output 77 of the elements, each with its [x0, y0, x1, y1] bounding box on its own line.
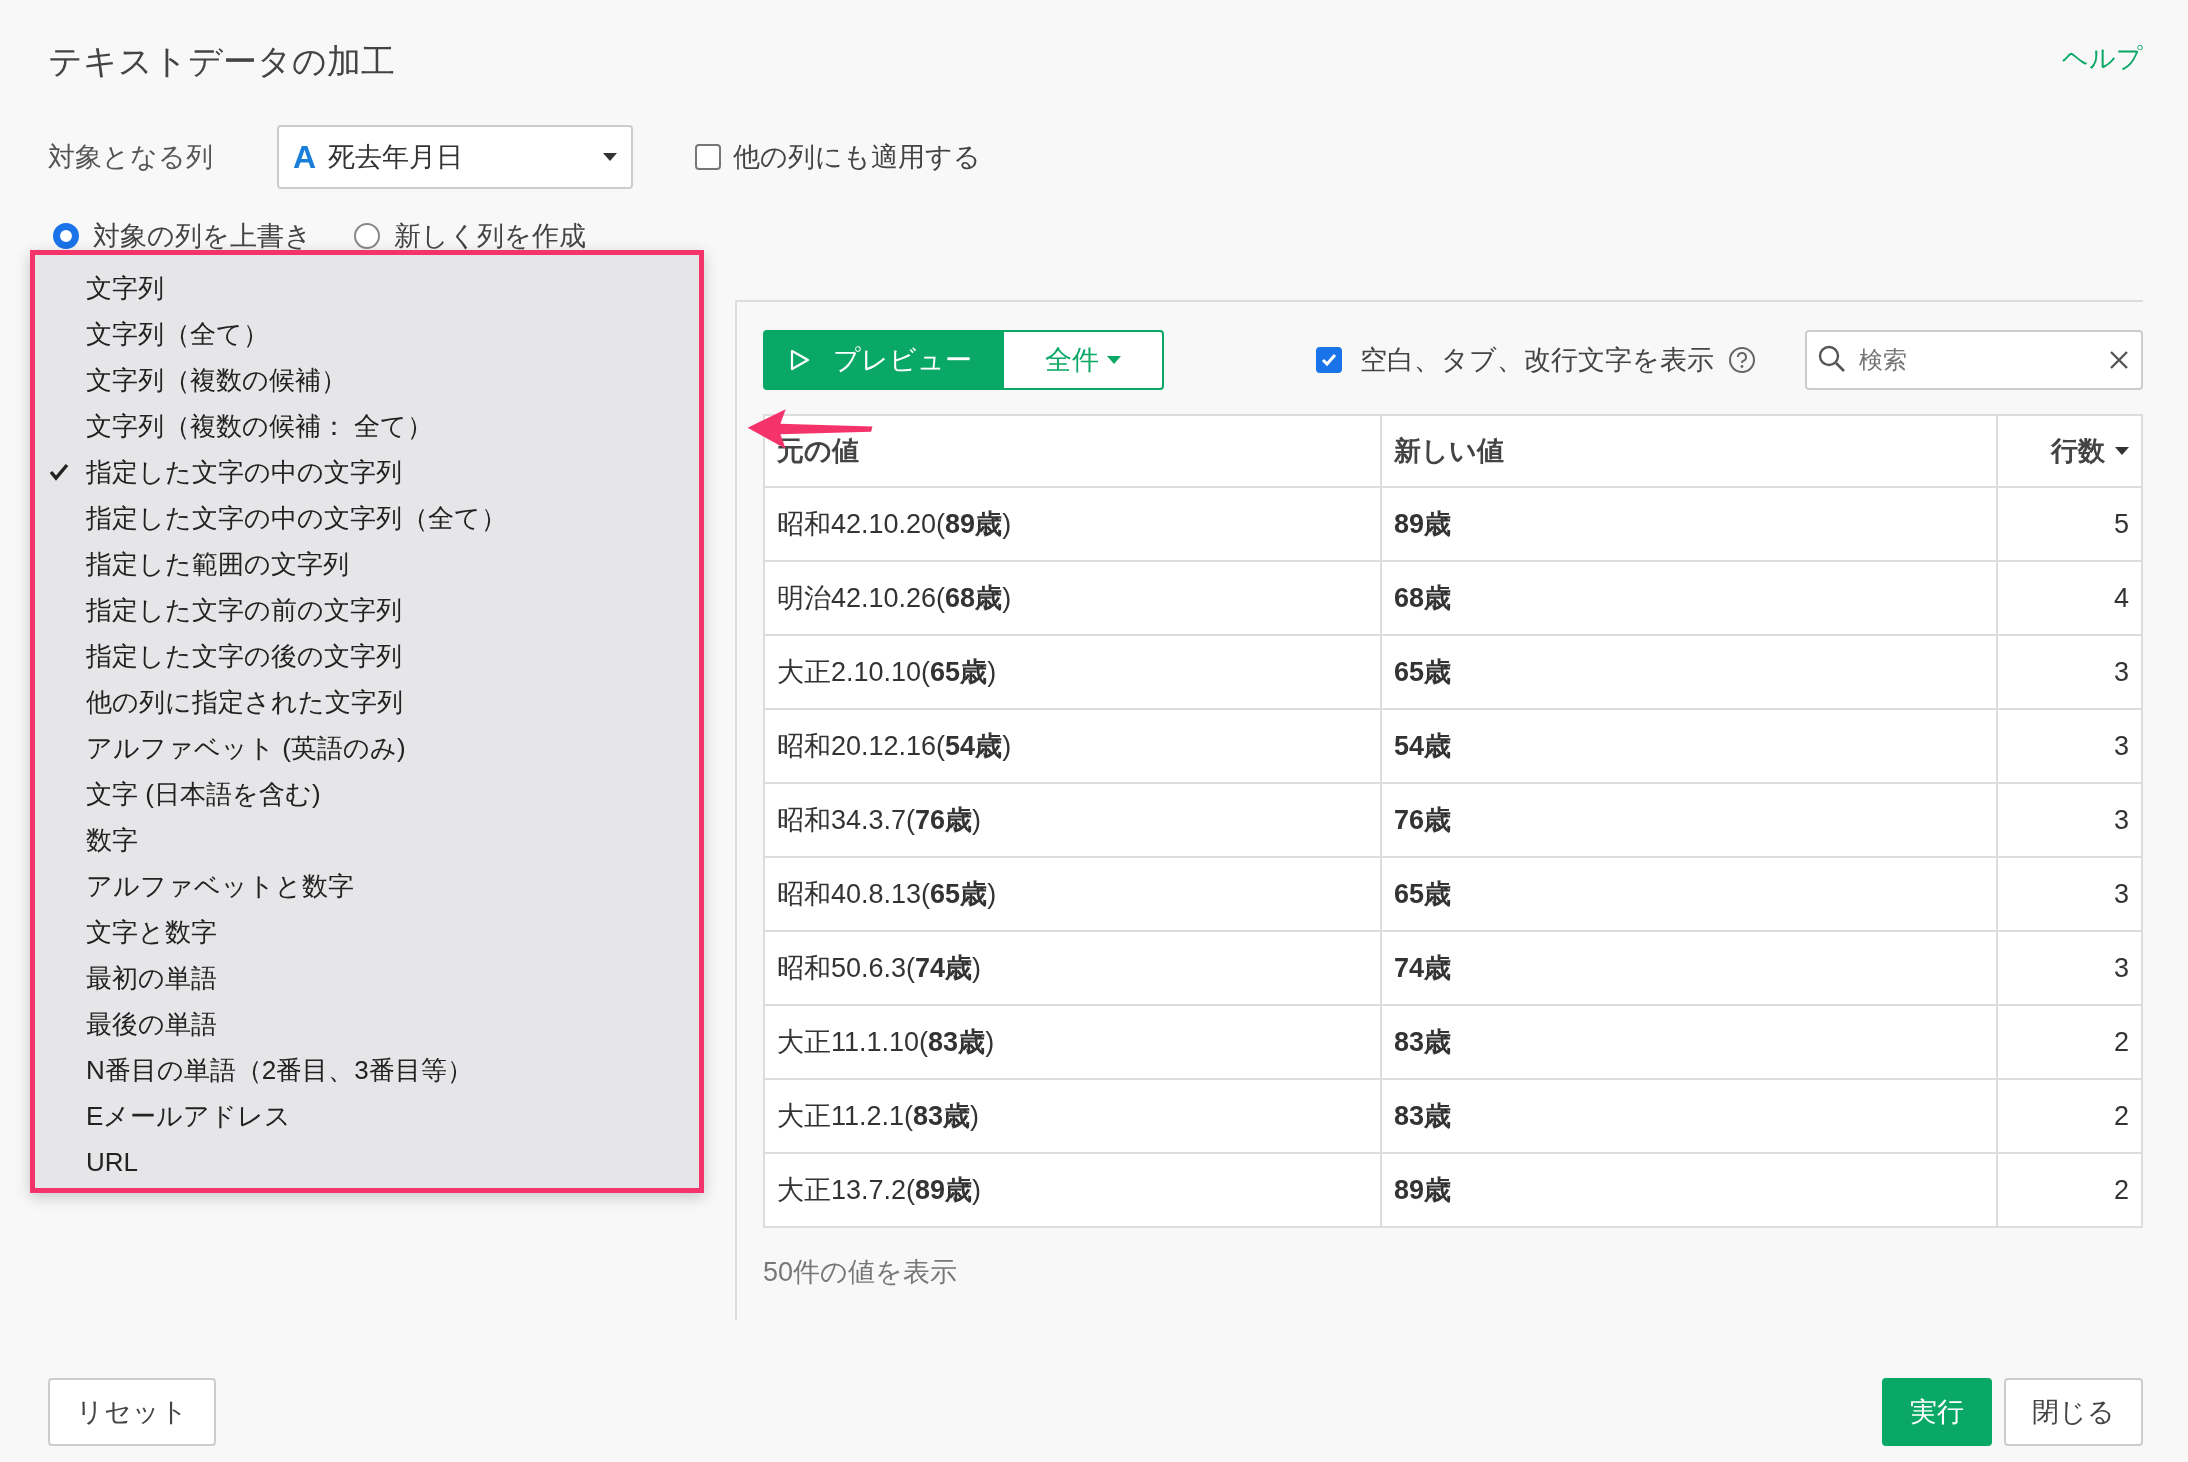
- table-cell: 昭和40.8.13(65歳): [765, 858, 1382, 930]
- table-cell-text: 2: [2112, 1099, 2130, 1133]
- reset-button[interactable]: リセット: [48, 1378, 216, 1446]
- table-cell: 昭和34.3.7(76歳): [765, 784, 1382, 856]
- menu-item[interactable]: 最後の単語: [35, 1001, 699, 1047]
- menu-item[interactable]: URL: [35, 1139, 699, 1185]
- menu-item[interactable]: 文字列（複数の候補： 全て）: [35, 403, 699, 449]
- table-cell-text: 3: [2112, 951, 2130, 985]
- menu-item[interactable]: 文字列（全て）: [35, 311, 699, 357]
- search-field[interactable]: 検索: [1805, 330, 2143, 390]
- close-button[interactable]: 閉じる: [2004, 1378, 2143, 1446]
- table-cell: 83歳: [1382, 1080, 1998, 1152]
- menu-item[interactable]: 最初の単語: [35, 955, 699, 1001]
- table-cell: 68歳: [1382, 562, 1998, 634]
- menu-item[interactable]: 指定した文字の後の文字列: [35, 633, 699, 679]
- table-cell-text: 4: [2112, 581, 2130, 615]
- table-cell: 65歳: [1382, 636, 1998, 708]
- checkbox[interactable]: [1316, 347, 1342, 373]
- table-cell-text: 2: [2112, 1025, 2130, 1059]
- table-cell: 昭和50.6.3(74歳): [765, 932, 1382, 1004]
- menu-item[interactable]: 指定した文字の中の文字列: [35, 449, 699, 495]
- checkbox-label: 他の列にも適用する: [733, 141, 981, 174]
- text-type-icon: A: [293, 138, 317, 176]
- menu-item[interactable]: N番目の単語（2番目、3番目等）: [35, 1047, 699, 1093]
- sort-caret-icon[interactable]: [2115, 447, 2129, 455]
- table-cell: 大正13.7.2(89歳): [765, 1154, 1382, 1226]
- menu-item[interactable]: 指定した範囲の文字列: [35, 541, 699, 587]
- checkbox[interactable]: [695, 144, 721, 170]
- table-cell: 昭和42.10.20(89歳): [765, 488, 1382, 560]
- table-cell: 83歳: [1382, 1006, 1998, 1078]
- table-cell-text: 3: [2112, 803, 2130, 837]
- column-header[interactable]: 元の値: [777, 433, 859, 469]
- checkmark-icon: [49, 462, 69, 482]
- table-cell: 大正11.2.1(83歳): [765, 1080, 1382, 1152]
- radio-label: 新しく列を作成: [394, 220, 586, 253]
- table-cell-text: 5: [2112, 507, 2130, 541]
- menu-item[interactable]: Eメールアドレス: [35, 1093, 699, 1139]
- search-icon: [1817, 344, 1847, 374]
- menu-item[interactable]: 文字列: [35, 265, 699, 311]
- menu-item[interactable]: アルファベットと数字: [35, 863, 699, 909]
- menu-item[interactable]: 指定した文字の中の文字列（全て）: [35, 495, 699, 541]
- caret-icon: [603, 153, 617, 161]
- menu-item[interactable]: 文字と数字: [35, 909, 699, 955]
- radio-label: 対象の列を上書き: [93, 220, 312, 253]
- result-count: 50件の値を表示: [763, 1256, 959, 1289]
- table-cell: 74歳: [1382, 932, 1998, 1004]
- menu-item[interactable]: 他の列に指定された文字列: [35, 679, 699, 725]
- table-cell: 76歳: [1382, 784, 1998, 856]
- caret-icon: [1107, 356, 1121, 364]
- table-cell: 大正2.10.10(65歳): [765, 636, 1382, 708]
- table-cell: 89歳: [1382, 488, 1998, 560]
- dialog-title: テキストデータの加工: [48, 41, 395, 82]
- table-cell: 大正11.1.10(83歳): [765, 1006, 1382, 1078]
- menu-item[interactable]: 指定した文字の前の文字列: [35, 587, 699, 633]
- column-select[interactable]: A 死去年月日: [277, 125, 633, 189]
- menu-item[interactable]: 文字 (日本語を含む): [35, 771, 699, 817]
- menu-item[interactable]: 数字: [35, 817, 699, 863]
- table-cell-text: 3: [2112, 655, 2130, 689]
- table-cell: 昭和20.12.16(54歳): [765, 710, 1382, 782]
- field-label: 対象となる列: [48, 141, 214, 174]
- table-cell: 明治42.10.26(68歳): [765, 562, 1382, 634]
- table-cell: 89歳: [1382, 1154, 1998, 1226]
- radio-button[interactable]: [354, 223, 380, 249]
- play-icon: [789, 348, 811, 372]
- menu-item[interactable]: 文字列（複数の候補）: [35, 357, 699, 403]
- table-cell: 54歳: [1382, 710, 1998, 782]
- menu-item[interactable]: アルファベット (英語のみ): [35, 725, 699, 771]
- radio-button[interactable]: [53, 223, 79, 249]
- table-cell: 65歳: [1382, 858, 1998, 930]
- help-icon[interactable]: [1728, 346, 1756, 374]
- column-header[interactable]: 新しい値: [1394, 433, 1504, 469]
- column-header[interactable]: 行数: [2051, 433, 2105, 469]
- table-cell-text: 3: [2112, 729, 2130, 763]
- checkbox-label: 空白、タブ、改行文字を表示: [1360, 344, 1714, 377]
- clear-icon[interactable]: [2109, 350, 2129, 370]
- table-cell-text: 3: [2112, 877, 2130, 911]
- table-cell-text: 2: [2112, 1173, 2130, 1207]
